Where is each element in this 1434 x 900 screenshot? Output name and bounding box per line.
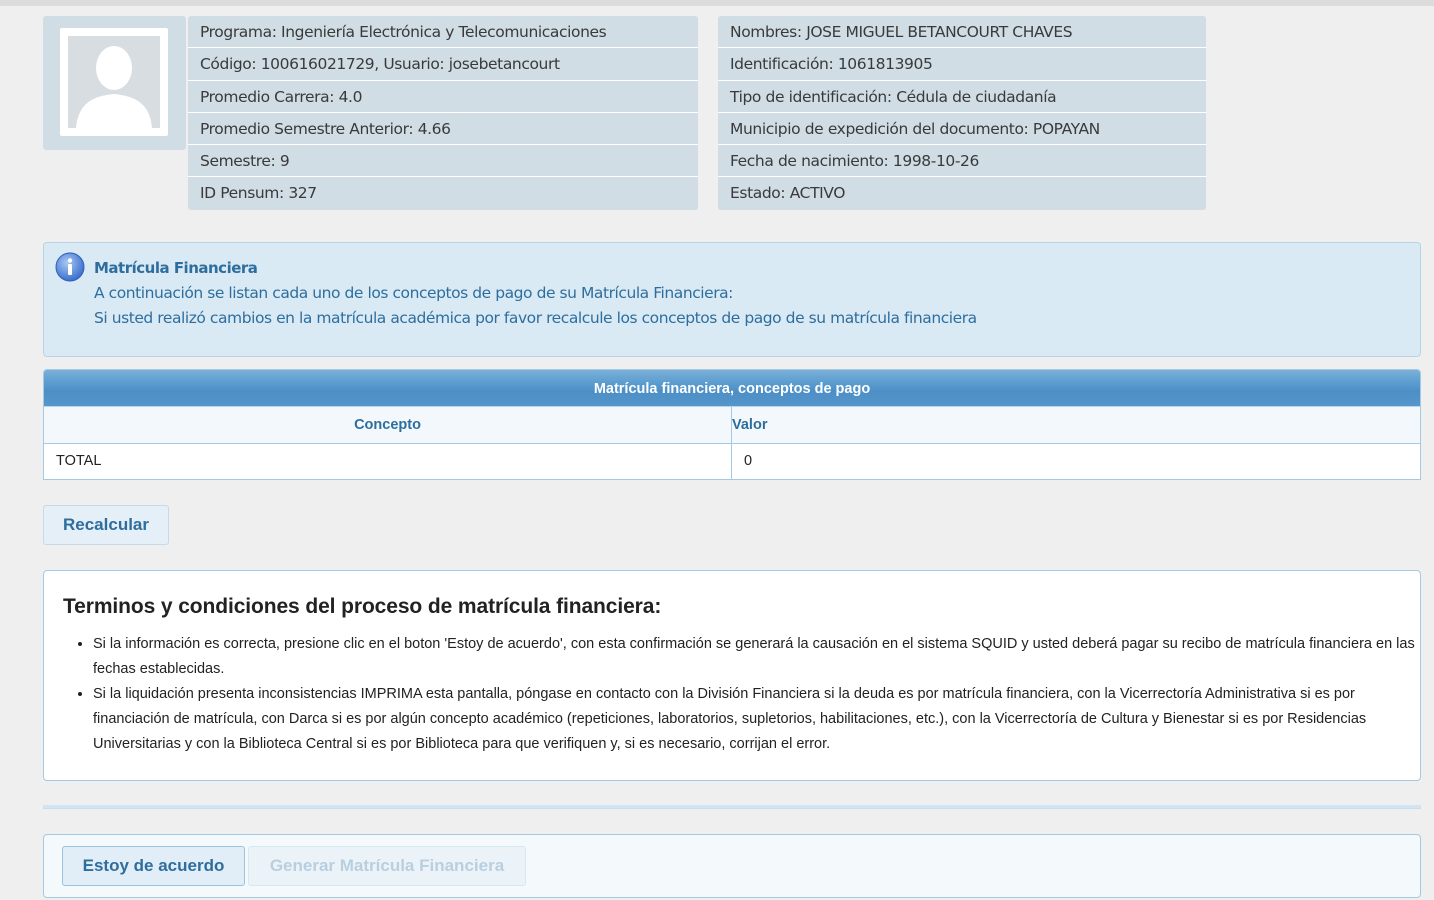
user-silhouette-icon: [68, 36, 160, 128]
previous-semester-average-info: Promedio Semestre Anterior: 4.66: [188, 112, 698, 146]
terms-list: Si la información es correcta, presione …: [67, 632, 1428, 757]
top-bar: [0, 0, 1434, 6]
semester-info: Semestre: 9: [188, 145, 698, 178]
table-caption: Matrícula financiera, conceptos de pago: [44, 370, 1420, 406]
terms-panel: Terminos y condiciones del proceso de ma…: [43, 570, 1421, 781]
career-average-info: Promedio Carrera: 4.0: [188, 80, 698, 113]
program-info: Programa: Ingeniería Electrónica y Telec…: [188, 16, 698, 49]
notice-line-1: A continuación se listan cada uno de los…: [94, 284, 733, 302]
column-header-concepto[interactable]: Concepto: [44, 407, 732, 443]
avatar: [60, 28, 168, 136]
payment-concepts-table: Matrícula financiera, conceptos de pago …: [43, 369, 1421, 480]
pensum-id-info: ID Pensum: 327: [188, 177, 698, 210]
column-header-valor[interactable]: Valor: [732, 407, 767, 443]
table-row: TOTAL 0: [44, 444, 1420, 479]
notice-title: Matrícula Financiera: [94, 259, 258, 277]
table-cell-valor: 0: [744, 453, 753, 469]
table-header: Concepto Valor: [44, 406, 1420, 444]
personal-info: Nombres: JOSE MIGUEL BETANCOURT CHAVES I…: [718, 16, 1206, 210]
academic-info: Programa: Ingeniería Electrónica y Telec…: [188, 16, 698, 210]
id-type-info: Tipo de identificación: Cédula de ciudad…: [718, 80, 1206, 113]
status-info: Estado: ACTIVO: [718, 177, 1206, 210]
notice-line-2: Si usted realizó cambios en la matrícula…: [94, 309, 977, 327]
terms-title: Terminos y condiciones del proceso de ma…: [63, 595, 662, 618]
identification-info: Identificación: 1061813905: [718, 48, 1206, 81]
names-info: Nombres: JOSE MIGUEL BETANCOURT CHAVES: [718, 16, 1206, 49]
list-item: Si la información es correcta, presione …: [93, 632, 1428, 682]
recalculate-button[interactable]: Recalcular: [43, 505, 169, 545]
generate-enrollment-button[interactable]: Generar Matrícula Financiera: [248, 846, 526, 886]
info-notice: Matrícula Financiera A continuación se l…: [43, 242, 1421, 357]
code-user-info: Código: 100616021729, Usuario: josebetan…: [188, 48, 698, 81]
birth-date-info: Fecha de nacimiento: 1998-10-26: [718, 145, 1206, 178]
divider: [43, 805, 1421, 809]
agree-button[interactable]: Estoy de acuerdo: [62, 846, 245, 886]
issue-municipality-info: Municipio de expedición del documento: P…: [718, 112, 1206, 146]
table-cell-concepto: TOTAL: [44, 444, 732, 479]
avatar-panel: [43, 16, 186, 150]
info-icon: [55, 252, 85, 282]
list-item: Si la liquidación presenta inconsistenci…: [93, 682, 1428, 757]
